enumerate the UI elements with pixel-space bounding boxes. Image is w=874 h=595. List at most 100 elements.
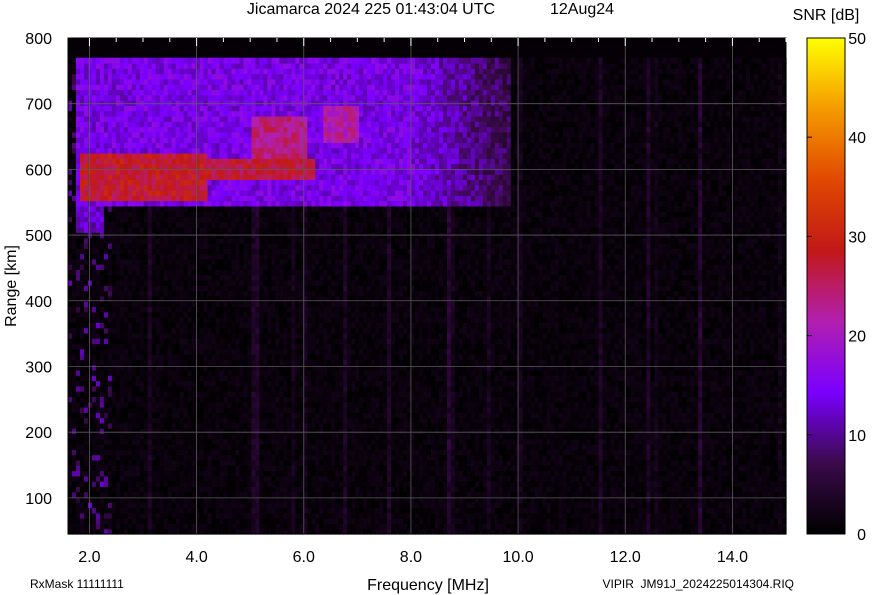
heatmap-cell <box>147 465 153 472</box>
heatmap-cell <box>227 216 233 223</box>
heatmap-cell <box>155 327 161 334</box>
heatmap-cell <box>203 285 209 292</box>
heatmap-cell <box>203 68 209 75</box>
heatmap-cell <box>115 343 121 350</box>
heatmap-cell <box>127 147 133 154</box>
heatmap-cell <box>135 486 141 493</box>
heatmap-cell <box>91 518 97 525</box>
heatmap-cell <box>103 100 109 106</box>
heatmap-cell <box>131 422 137 429</box>
heatmap-cell <box>219 115 225 122</box>
heatmap-cell <box>127 470 133 477</box>
heatmap-cell <box>215 512 221 519</box>
heatmap-cell <box>227 470 233 477</box>
heatmap-cell <box>95 147 101 154</box>
heatmap-cell <box>99 481 105 487</box>
heatmap-cell <box>155 152 161 159</box>
heatmap-cell <box>71 115 77 122</box>
heatmap-cell <box>247 359 253 366</box>
heatmap-cell <box>135 401 141 408</box>
heatmap-cell <box>243 459 249 466</box>
heatmap-cell <box>259 385 265 392</box>
heatmap-cell <box>139 417 145 424</box>
heatmap-cell <box>147 227 153 233</box>
heatmap-cell <box>211 158 217 165</box>
heatmap-cell <box>171 68 177 75</box>
heatmap-cell <box>83 359 89 366</box>
heatmap-cell <box>75 444 81 450</box>
heatmap-cell <box>143 274 149 281</box>
heatmap-cell <box>179 200 185 207</box>
heatmap-cell <box>231 481 237 487</box>
heatmap-cell <box>119 131 125 138</box>
heatmap-cell <box>91 163 97 170</box>
heatmap-cell <box>147 406 153 413</box>
heatmap-cell <box>183 205 189 212</box>
heatmap-cell <box>207 518 213 525</box>
heatmap-cell <box>187 438 193 445</box>
heatmap-cell <box>91 158 97 165</box>
heatmap-cell <box>235 190 241 196</box>
heatmap-cell <box>111 417 117 424</box>
heatmap-cell <box>171 369 177 376</box>
heatmap-cell <box>239 475 245 482</box>
heatmap-cell <box>83 179 89 186</box>
heatmap-cell <box>283 269 288 276</box>
heatmap-cell <box>267 174 273 181</box>
heatmap-cell <box>215 279 221 286</box>
heatmap-cell <box>135 94 141 101</box>
heatmap-cell <box>183 348 189 355</box>
heatmap-cell <box>275 465 281 472</box>
heatmap-cell <box>91 258 97 265</box>
heatmap-cell <box>223 391 229 397</box>
heatmap-cell <box>231 57 237 64</box>
heatmap-cell <box>83 152 89 159</box>
heatmap-cell <box>227 115 233 122</box>
heatmap-cell <box>263 322 269 329</box>
heatmap-cell <box>227 73 233 80</box>
heatmap-cell <box>271 354 277 360</box>
heatmap-cell <box>239 211 245 218</box>
heatmap-cell <box>199 285 205 292</box>
heatmap-cell <box>183 369 189 376</box>
heatmap-cell <box>135 184 141 191</box>
heatmap-cell <box>211 354 217 360</box>
heatmap-cell <box>99 78 105 85</box>
heatmap-cell <box>123 227 129 233</box>
heatmap-cell <box>191 417 197 424</box>
heatmap-cell <box>223 242 229 249</box>
heatmap-cell <box>187 285 193 292</box>
heatmap-cell <box>179 253 185 260</box>
heatmap-cell <box>263 523 269 530</box>
heatmap-cell <box>263 470 269 477</box>
heatmap-cell <box>211 78 217 85</box>
heatmap-cell <box>111 57 117 64</box>
heatmap-cell <box>79 412 85 419</box>
heatmap-cell <box>107 57 113 64</box>
heatmap-cell <box>243 258 249 265</box>
heatmap-cell <box>223 221 229 228</box>
heatmap-cell <box>119 227 125 233</box>
heatmap-cell <box>215 205 221 212</box>
heatmap-cell <box>187 163 193 170</box>
heatmap-cell <box>263 380 269 387</box>
heatmap-cell <box>159 417 165 424</box>
heatmap-cell <box>215 523 221 530</box>
heatmap-cell <box>111 422 117 429</box>
heatmap-cell <box>107 491 113 498</box>
heatmap-cell <box>103 332 109 339</box>
heatmap-cell <box>107 63 113 69</box>
heatmap-cell <box>147 115 153 122</box>
heatmap-cell <box>151 285 157 292</box>
heatmap-cell <box>159 481 165 487</box>
heatmap-cell <box>103 89 109 96</box>
heatmap-cell <box>111 237 117 244</box>
chart-date: 12Aug24 <box>550 1 614 18</box>
heatmap-cell <box>171 147 177 154</box>
heatmap-cell <box>235 327 241 334</box>
heatmap-cell <box>155 285 161 292</box>
heatmap-cell <box>139 406 145 413</box>
heatmap-cell <box>247 369 253 376</box>
heatmap-cell <box>139 258 145 265</box>
heatmap-cell <box>267 94 273 101</box>
